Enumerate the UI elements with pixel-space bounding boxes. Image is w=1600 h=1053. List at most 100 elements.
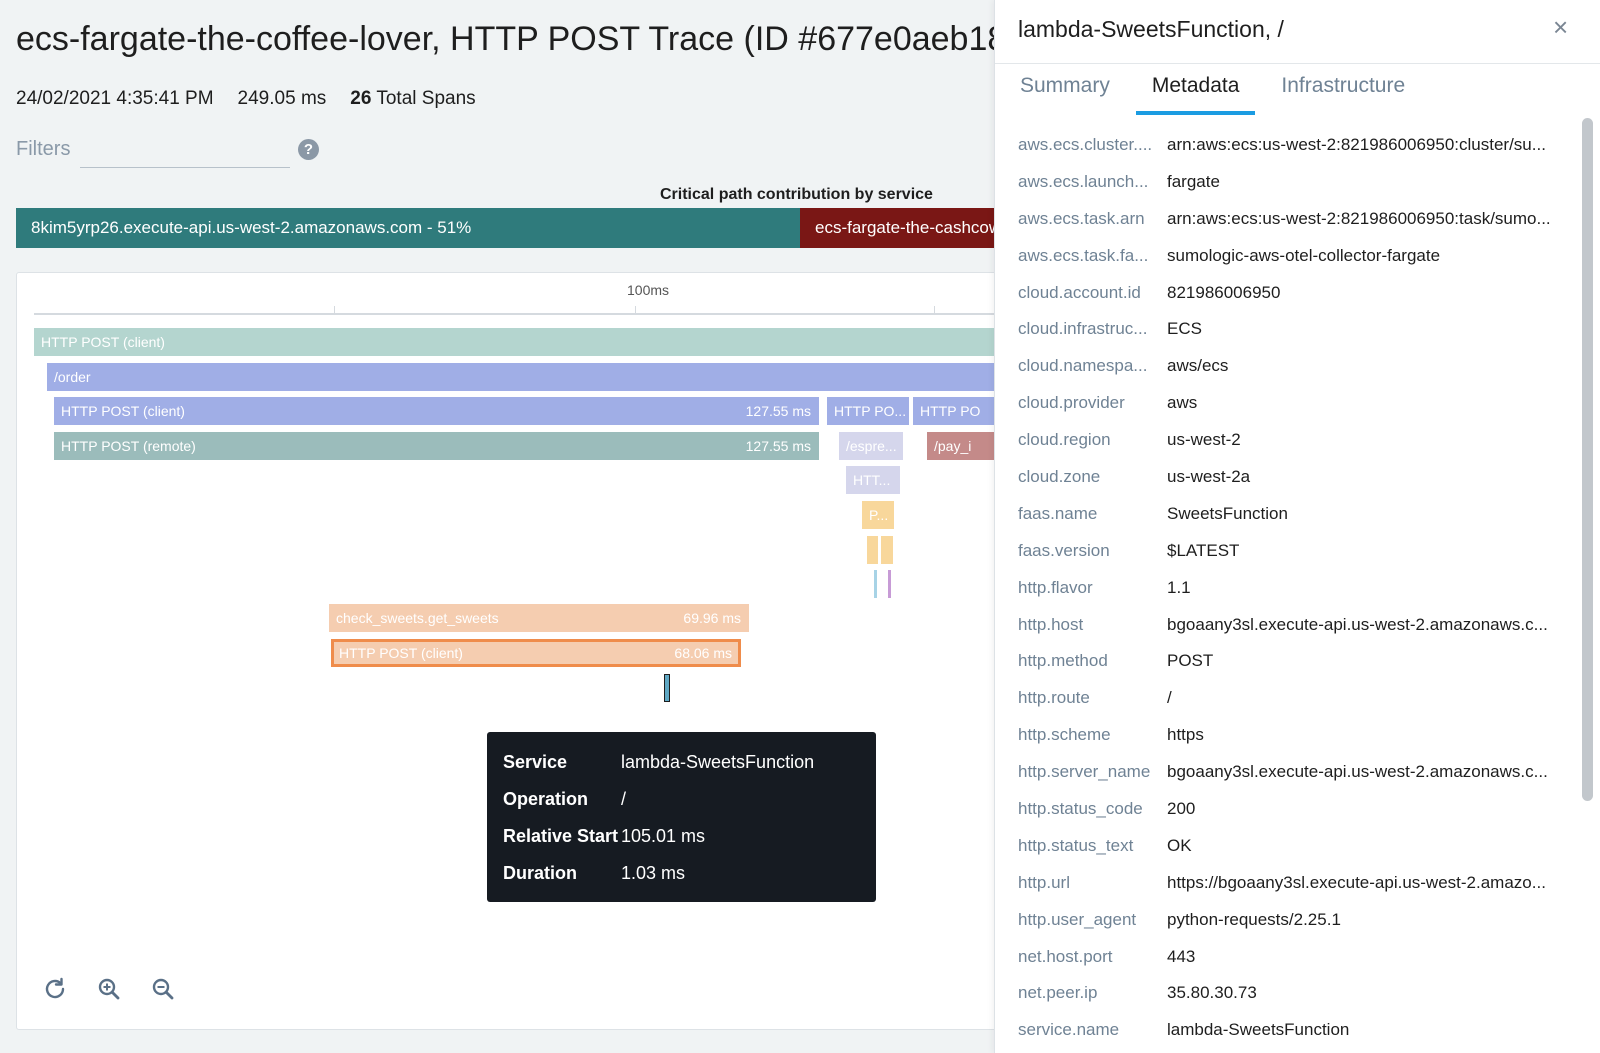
span-count: 26 Total Spans [350, 88, 475, 110]
metadata-row: http.scheme https [1018, 720, 1558, 757]
span-label: HTTP PO... [834, 403, 907, 419]
filters-input[interactable] [80, 138, 290, 168]
timeline-panel: 100ms HTTP POST (client) /order HTTP POS… [16, 272, 1000, 1030]
span-bar[interactable]: check_sweets.get_sweets 69.96 ms [329, 604, 749, 632]
zoom-out-icon[interactable] [150, 976, 176, 1002]
metadata-row: cloud.infrastruc... ECS [1018, 314, 1558, 351]
scrollbar-thumb[interactable] [1582, 118, 1593, 801]
tooltip-row: Relative Start 105.01 ms [503, 826, 860, 863]
span-label: HTTP POST (client) [339, 645, 463, 661]
span-label: HTTP PO [920, 403, 981, 419]
metadata-value: us-west-2 [1167, 430, 1241, 450]
span-tooltip: Service lambda-SweetsFunction Operation / … [487, 732, 876, 902]
tooltip-value: 1.03 ms [621, 863, 686, 883]
axis-tick-label: 100ms [627, 282, 670, 298]
span-bar[interactable] [888, 570, 891, 598]
metadata-key: service.name [1018, 1020, 1120, 1040]
metadata-row: http.user_agent python-requests/2.25.1 [1018, 905, 1558, 942]
metadata-table: aws.ecs.cluster.... arn:aws:ecs:us-west-2… [1018, 130, 1558, 1052]
critical-path-segment[interactable]: 8kim5yrp26.execute-api.us-west-2.amazona… [16, 208, 800, 248]
metadata-row: service.name lambda-SweetsFunction [1018, 1015, 1558, 1052]
metadata-row: http.method POST [1018, 646, 1558, 683]
zoom-in-icon[interactable] [96, 976, 122, 1002]
metadata-key: aws.ecs.task.arn [1018, 208, 1145, 228]
critical-path-segment[interactable]: ecs-fargate-the-cashcow [800, 208, 1000, 248]
span-bar[interactable] [874, 570, 877, 598]
critical-path-bar: 8kim5yrp26.execute-api.us-west-2.amazona… [16, 208, 1000, 248]
metadata-row: net.host.port 443 [1018, 942, 1558, 979]
span-bar-selected[interactable]: HTTP POST (client) 68.06 ms [331, 639, 741, 667]
tooltip-value: / [621, 789, 627, 809]
drawer-divider [995, 63, 1600, 64]
metadata-value: python-requests/2.25.1 [1167, 909, 1341, 929]
metadata-row: http.url https://bgoaany3sl.execute-api.u… [1018, 868, 1558, 905]
span-bar[interactable]: HTTP PO... [827, 397, 909, 425]
metadata-row: aws.ecs.task.fa... sumologic-aws-otel-col… [1018, 241, 1558, 278]
span-bar[interactable]: HTT... [846, 466, 900, 494]
span-label: HTTP POST (remote) [61, 438, 196, 454]
critical-path-label: Critical path contribution by service [660, 186, 933, 203]
span-bar[interactable]: /order [47, 363, 1000, 391]
metadata-key: faas.name [1018, 503, 1098, 523]
metadata-value: 35.80.30.73 [1167, 983, 1257, 1003]
tab-infrastructure[interactable]: Infrastructure [1279, 74, 1407, 114]
metadata-key: net.peer.ip [1018, 983, 1098, 1003]
metadata-value: lambda-SweetsFunction [1167, 1020, 1350, 1040]
span-count-value: 26 [350, 88, 372, 109]
span-bar[interactable]: /pay_i [927, 432, 1000, 460]
span-label: HTT... [853, 472, 891, 488]
span-duration: 127.55 ms [745, 438, 811, 454]
tooltip-value: lambda-SweetsFunction [621, 752, 815, 772]
metadata-row: http.server_name bgoaany3sl.execute-api.u… [1018, 757, 1558, 794]
span-label: P... [869, 507, 889, 523]
metadata-value: arn:aws:ecs:us-west-2:821986006950:task/… [1167, 208, 1551, 228]
axis-tick [635, 306, 636, 315]
metadata-key: aws.ecs.cluster.... [1018, 135, 1153, 154]
metadata-key: net.host.port [1018, 946, 1113, 966]
axis-tick [934, 306, 935, 315]
span-bar[interactable]: P... [862, 501, 894, 529]
metadata-value: aws/ecs [1167, 356, 1229, 376]
metadata-row: http.host bgoaany3sl.execute-api.us-west-… [1018, 610, 1558, 647]
drawer-tabs: Summary Metadata Infrastructure [1018, 74, 1407, 115]
metadata-key: faas.version [1018, 540, 1110, 560]
span-bar[interactable]: HTTP POST (client) [34, 328, 1000, 356]
metadata-value: $LATEST [1167, 540, 1240, 560]
metadata-row: cloud.zone us-west-2a [1018, 462, 1558, 499]
span-bar[interactable]: HTTP PO [913, 397, 1000, 425]
trace-duration: 249.05 ms [237, 88, 327, 109]
tab-metadata[interactable]: Metadata [1135, 74, 1255, 115]
span-bar-hovered[interactable] [664, 674, 670, 702]
span-duration: 127.55 ms [745, 403, 811, 419]
metadata-value: 821986006950 [1167, 282, 1281, 302]
metadata-key: aws.ecs.task.fa... [1018, 245, 1149, 265]
metadata-row: aws.ecs.task.arn arn:aws:ecs:us-west-2:82… [1018, 204, 1558, 241]
drawer-scrollbar[interactable] [1579, 115, 1593, 1035]
metadata-key: http.status_code [1018, 799, 1143, 819]
tooltip-key: Operation [503, 789, 589, 809]
metadata-key: cloud.account.id [1018, 282, 1141, 302]
span-bar[interactable] [867, 536, 878, 564]
span-bar[interactable]: HTTP POST (remote) 127.55 ms [54, 432, 819, 460]
refresh-icon[interactable] [42, 976, 68, 1002]
metadata-row: cloud.account.id 821986006950 [1018, 278, 1558, 315]
metadata-key: http.status_text [1018, 835, 1134, 855]
metadata-key: http.flavor [1018, 577, 1093, 597]
metadata-value: sumologic-aws-otel-collector-fargate [1167, 245, 1441, 265]
span-bar[interactable]: /espre... [839, 432, 903, 460]
metadata-key: http.scheme [1018, 725, 1111, 745]
tooltip-value: 105.01 ms [621, 826, 706, 846]
tooltip-row: Duration 1.03 ms [503, 863, 860, 900]
metadata-row: aws.ecs.launch... fargate [1018, 167, 1558, 204]
close-icon[interactable]: × [1553, 12, 1568, 43]
metadata-key: http.user_agent [1018, 909, 1137, 929]
span-bar[interactable] [881, 536, 893, 564]
metadata-key: http.server_name [1018, 762, 1151, 782]
metadata-row: cloud.region us-west-2 [1018, 425, 1558, 462]
help-icon[interactable]: ? [298, 139, 319, 160]
tab-summary[interactable]: Summary [1018, 74, 1112, 114]
metadata-row: faas.version $LATEST [1018, 536, 1558, 573]
span-bar[interactable]: HTTP POST (client) 127.55 ms [54, 397, 819, 425]
metadata-value: arn:aws:ecs:us-west-2:821986006950:clust… [1167, 135, 1546, 154]
span-count-label: Total Spans [376, 88, 476, 109]
